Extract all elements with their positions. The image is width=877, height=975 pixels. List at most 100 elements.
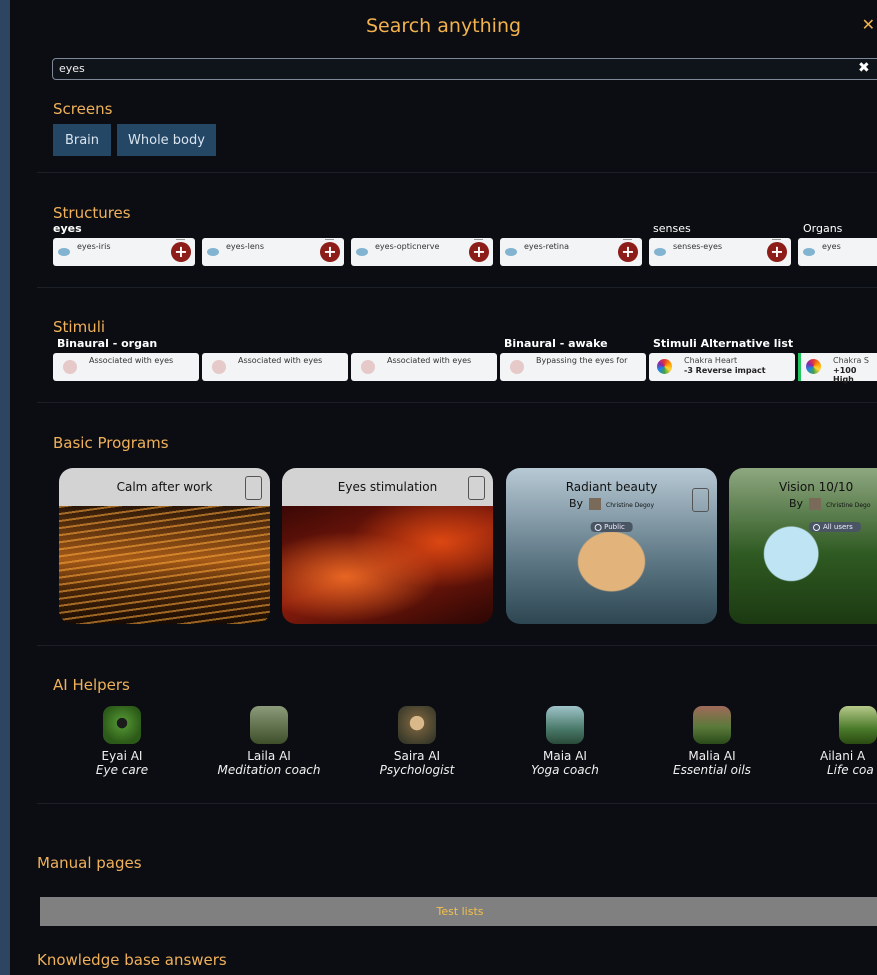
eye-icon	[207, 248, 219, 256]
structure-chip-label: eyes-lens	[226, 242, 265, 251]
ai-helper[interactable]: Saira AI Psychologist	[342, 706, 492, 777]
clear-icon[interactable]: ✖	[858, 60, 870, 76]
stimuli-group-binaural-awake: Binaural - awake	[504, 337, 608, 350]
stimulus-icon	[63, 360, 77, 374]
program-title: Radiant beauty	[565, 480, 658, 494]
ai-helper[interactable]: Malia AI Essential oils	[637, 706, 787, 777]
screen-button-whole-body[interactable]: Whole body	[117, 124, 216, 156]
helper-avatar	[398, 706, 436, 744]
manual-page-item[interactable]: Test lists	[40, 897, 877, 926]
stimulus-chip[interactable]: Associated with eyes	[202, 353, 348, 381]
ai-helper[interactable]: Maia AI Yoga coach	[490, 706, 640, 777]
helper-name: Saira AI	[393, 749, 441, 763]
chakra-icon	[806, 359, 821, 374]
visibility-badge: All users	[809, 522, 861, 532]
structure-chip-label: eyes-retina	[524, 242, 569, 251]
knowledge-base-heading: Knowledge base answers	[37, 951, 227, 969]
program-image	[59, 506, 270, 624]
ai-helpers-heading: AI Helpers	[53, 676, 130, 694]
chakra-icon	[657, 359, 672, 374]
stimulus-icon	[510, 360, 524, 374]
helper-name: Maia AI	[543, 749, 587, 763]
stimulus-alt-chip[interactable]: Chakra Heart -3 Reverse impact	[649, 353, 795, 381]
section-divider	[37, 803, 877, 804]
helper-avatar	[839, 706, 877, 744]
stimulus-alt-name: Chakra S	[833, 356, 870, 365]
author-name: Christine Degoy	[606, 502, 655, 509]
helper-role: Meditation coach	[217, 763, 321, 777]
section-divider	[37, 172, 877, 173]
manual-pages-heading: Manual pages	[37, 854, 142, 872]
search-input[interactable]: eyes	[52, 58, 877, 80]
author-avatar	[588, 498, 601, 510]
visibility-badge: Public	[590, 522, 633, 532]
dialog-title: Search anything	[365, 15, 522, 37]
stimulus-chip-label: Associated with eyes	[238, 356, 323, 365]
program-card[interactable]: Eyes stimulation	[282, 468, 493, 624]
structure-chip-label: eyes	[822, 242, 841, 251]
helper-avatar	[250, 706, 288, 744]
add-icon[interactable]: +	[767, 242, 787, 262]
eye-icon	[58, 248, 70, 256]
select-checkbox[interactable]	[468, 476, 485, 500]
author-avatar	[808, 498, 821, 510]
structure-chip-label: senses-eyes	[673, 242, 723, 251]
add-icon[interactable]: +	[171, 242, 191, 262]
structures-group-organs: Organs	[803, 222, 843, 235]
by-label: By	[568, 497, 584, 510]
structure-chip[interactable]: eyes-lens +	[202, 238, 344, 266]
eye-icon	[654, 248, 666, 256]
helper-role: Essential oils	[673, 763, 751, 777]
eye-icon	[505, 248, 517, 256]
screens-heading: Screens	[53, 100, 113, 118]
stimulus-chip[interactable]: Bypassing the eyes for	[500, 353, 646, 381]
stimulus-alt-name: Chakra Heart	[684, 356, 738, 365]
add-icon[interactable]: +	[618, 242, 638, 262]
helper-avatar	[546, 706, 584, 744]
structure-chip[interactable]: eyes-retina +	[500, 238, 642, 266]
program-image	[282, 506, 493, 624]
active-indicator	[798, 353, 801, 381]
helper-name: Ailani A	[820, 749, 866, 763]
structure-chip[interactable]: eyes-iris +	[53, 238, 195, 266]
program-author: By Christine Dego	[789, 497, 871, 510]
program-card[interactable]: Calm after work	[59, 468, 270, 624]
helper-role: Life coa	[827, 763, 874, 777]
by-label: By	[789, 497, 804, 510]
structures-heading: Structures	[53, 204, 131, 222]
stimulus-icon	[361, 360, 375, 374]
stimulus-chip-label: Associated with eyes	[89, 356, 174, 365]
screen-button-brain[interactable]: Brain	[53, 124, 111, 156]
helper-role: Eye care	[95, 763, 149, 777]
helper-role: Psychologist	[379, 763, 455, 777]
stimulus-chip[interactable]: Associated with eyes	[53, 353, 199, 381]
structure-chip[interactable]: eyes	[798, 238, 877, 266]
stimulus-chip[interactable]: Associated with eyes	[351, 353, 497, 381]
program-card[interactable]: Vision 10/10 By Christine Dego All users	[729, 468, 877, 624]
close-icon[interactable]: ✕	[862, 15, 875, 34]
add-icon[interactable]: +	[320, 242, 340, 262]
stimulus-alt-chip[interactable]: Chakra S +100 High	[798, 353, 877, 384]
helper-avatar	[103, 706, 141, 744]
section-divider	[37, 402, 877, 403]
ai-helper[interactable]: Ailani A Life coa	[784, 706, 877, 777]
stimulus-alt-impact: -3 Reverse impact	[684, 366, 766, 375]
structure-chip[interactable]: eyes-opticnerve +	[351, 238, 493, 266]
select-checkbox[interactable]	[692, 488, 709, 512]
stimulus-alt-impact: +100 High	[833, 366, 857, 384]
select-checkbox[interactable]	[245, 476, 262, 500]
ai-helper[interactable]: Laila AI Meditation coach	[194, 706, 344, 777]
stimuli-heading: Stimuli	[53, 318, 106, 336]
section-divider	[37, 287, 877, 288]
stimuli-group-alternative: Stimuli Alternative list	[653, 337, 794, 350]
structures-group-eyes: eyes	[53, 222, 82, 235]
stimulus-chip-label: Associated with eyes	[387, 356, 472, 365]
program-title: Vision 10/10	[779, 480, 854, 494]
search-value: eyes	[59, 62, 85, 75]
ai-helper[interactable]: Eyai AI Eye care	[47, 706, 197, 777]
structure-chip[interactable]: senses-eyes +	[649, 238, 791, 266]
program-card[interactable]: Radiant beauty By Christine Degoy Public	[506, 468, 717, 624]
helper-name: Malia AI	[688, 749, 736, 763]
stimulus-chip-label: Bypassing the eyes for	[536, 356, 628, 365]
add-icon[interactable]: +	[469, 242, 489, 262]
